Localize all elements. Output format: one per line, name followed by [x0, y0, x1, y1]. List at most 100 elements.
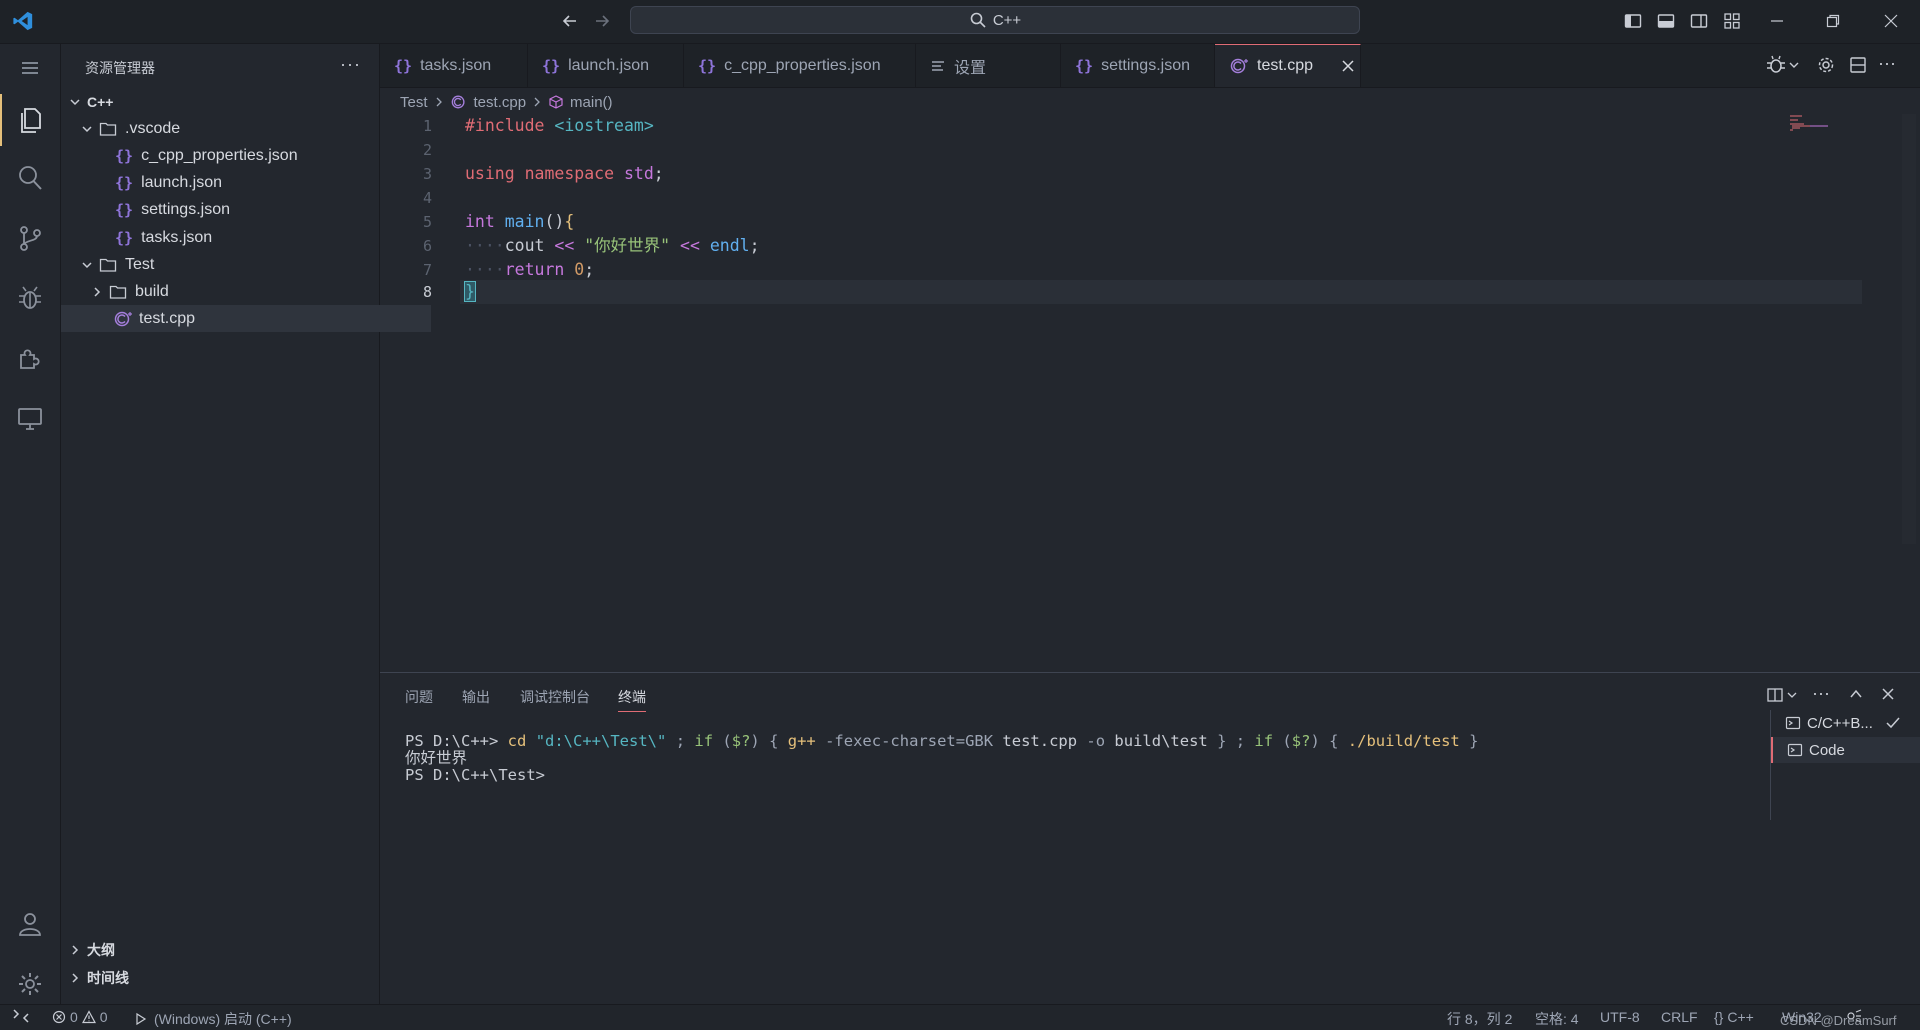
tree-folder-vscode[interactable]: .vscode	[61, 115, 397, 142]
braces-icon: {}	[1714, 1009, 1724, 1025]
tree-file-settings[interactable]: {} settings.json	[61, 196, 433, 223]
chevron-down-icon	[79, 121, 95, 137]
timeline-section[interactable]: 时间线	[61, 965, 385, 991]
chevron-right-icon	[67, 970, 83, 986]
panel-more-icon[interactable]: ···	[1812, 683, 1830, 704]
json-file-icon: {}	[115, 173, 134, 192]
toggle-secondary-sidebar-icon[interactable]	[1689, 11, 1709, 31]
error-count: 0	[70, 1009, 78, 1025]
tab-c-cpp-properties[interactable]: {} c_cpp_properties.json	[684, 44, 916, 87]
split-terminal-icon[interactable]	[1766, 686, 1800, 704]
terminal-icon	[1785, 715, 1801, 731]
tree-label: test.cpp	[139, 309, 196, 327]
toggle-sidebar-icon[interactable]	[1623, 11, 1643, 31]
terminal-line-command: PS D:\C++> cd "d:\C++\Test\" ; if ($?) {…	[405, 732, 1479, 750]
code-line-5: int main(){	[465, 212, 575, 231]
tab-label: settings.json	[1101, 56, 1190, 74]
tree-folder-root[interactable]: C++	[61, 88, 385, 115]
extensions-icon[interactable]	[0, 334, 60, 382]
command-center-search[interactable]: C++	[630, 6, 1360, 34]
close-window-icon[interactable]	[1882, 12, 1900, 30]
restore-icon[interactable]	[1824, 12, 1842, 30]
close-tab-icon[interactable]	[1341, 59, 1355, 73]
gear-icon[interactable]	[1816, 55, 1836, 75]
source-control-icon[interactable]	[0, 214, 60, 262]
json-file-icon: {}	[698, 56, 717, 75]
tab-label: tasks.json	[420, 56, 492, 74]
forward-arrow-icon[interactable]	[592, 11, 612, 31]
more-actions-button[interactable]: ···	[340, 54, 361, 75]
eol-status[interactable]: CRLF	[1661, 1009, 1698, 1025]
tab-problems[interactable]: 问题	[405, 687, 433, 707]
run-debug-icon[interactable]	[0, 274, 60, 322]
terminal-item-build[interactable]: C/C++B...	[1771, 710, 1920, 736]
maximize-panel-icon[interactable]	[1848, 686, 1864, 702]
launch-config-status[interactable]: (Windows) 启动 (C++)	[134, 1009, 292, 1029]
timeline-label: 时间线	[87, 970, 129, 986]
debug-run-icon[interactable]	[1766, 55, 1800, 75]
chevron-right-icon	[89, 284, 105, 300]
tab-terminal[interactable]: 终端	[618, 687, 646, 712]
line-number: 7	[422, 261, 432, 279]
line-number: 4	[422, 189, 432, 207]
remote-explorer-icon[interactable]	[0, 394, 60, 442]
vertical-scrollbar[interactable]	[1902, 114, 1916, 544]
minimap[interactable]	[1790, 114, 1840, 134]
search-icon[interactable]	[0, 154, 60, 202]
json-file-icon: {}	[1075, 56, 1094, 75]
method-cube-icon	[548, 94, 564, 110]
tree-file-test-cpp[interactable]: test.cpp	[61, 305, 431, 332]
indentation-status[interactable]: 空格: 4	[1535, 1009, 1579, 1029]
tab-debug-console[interactable]: 调试控制台	[520, 687, 590, 707]
chevron-down-icon	[67, 94, 83, 110]
bottom-panel: 问题 输出 调试控制台 终端 ··· PS D:\C++> cd "d:\C++…	[380, 672, 1920, 1005]
tab-settings-json[interactable]: {} settings.json	[1061, 44, 1215, 87]
tree-file-c-cpp-properties[interactable]: {} c_cpp_properties.json	[61, 142, 433, 169]
cursor-position[interactable]: 行 8，列 2	[1447, 1009, 1512, 1029]
tab-launch-json[interactable]: {} launch.json	[528, 44, 684, 87]
minimize-icon[interactable]	[1768, 12, 1786, 30]
folder-icon	[99, 121, 117, 137]
explorer-sidebar: 资源管理器 ··· C++ .vscode {} c_cpp_propertie…	[61, 44, 431, 1004]
tab-output[interactable]: 输出	[462, 687, 490, 707]
tree-file-launch[interactable]: {} launch.json	[61, 169, 433, 196]
settings-list-icon	[930, 58, 946, 74]
explorer-icon[interactable]	[0, 94, 60, 146]
terminal-prompt-current: PS D:\C++\Test>	[405, 766, 545, 784]
back-arrow-icon[interactable]	[560, 11, 580, 31]
customize-layout-icon[interactable]	[1722, 11, 1742, 31]
folder-icon	[109, 284, 127, 300]
menu-icon[interactable]	[0, 44, 60, 92]
tree-label: .vscode	[125, 119, 181, 137]
breadcrumb-file[interactable]: test.cpp	[474, 94, 527, 111]
accounts-icon[interactable]	[0, 900, 60, 948]
json-file-icon: {}	[115, 146, 134, 165]
line-number: 2	[422, 141, 432, 159]
watermark-text: CSDN @DreamSurf	[1780, 1013, 1897, 1028]
explorer-title: 资源管理器	[85, 60, 155, 76]
code-editor[interactable]: 1 2 3 4 5 6 7 8 #include <iostream> usin…	[380, 114, 1920, 670]
close-panel-icon[interactable]	[1880, 686, 1896, 702]
tree-label: c_cpp_properties.json	[141, 146, 298, 164]
encoding-status[interactable]: UTF-8	[1600, 1009, 1640, 1025]
tree-folder-test[interactable]: Test	[61, 251, 397, 278]
tab-tasks-json[interactable]: {} tasks.json	[380, 44, 528, 87]
settings-gear-icon[interactable]	[0, 960, 60, 1008]
editor-more-icon[interactable]: ···	[1878, 53, 1896, 74]
breadcrumb-symbol[interactable]: main()	[570, 94, 613, 111]
split-editor-icon[interactable]	[1848, 55, 1868, 75]
terminal-item-code[interactable]: Code	[1771, 737, 1920, 763]
tab-settings-ui[interactable]: 设置	[916, 44, 1061, 87]
outline-section[interactable]: 大纲	[61, 937, 385, 963]
tab-test-cpp[interactable]: test.cpp	[1215, 44, 1361, 87]
breadcrumb-folder[interactable]: Test	[400, 94, 428, 111]
language-status[interactable]: {} C++	[1714, 1009, 1754, 1025]
current-line-highlight	[460, 280, 1862, 304]
remote-indicator-icon[interactable]	[12, 1008, 30, 1024]
toggle-panel-icon[interactable]	[1656, 11, 1676, 31]
tree-folder-build[interactable]: build	[61, 278, 407, 305]
tree-file-tasks[interactable]: {} tasks.json	[61, 224, 433, 251]
problems-status[interactable]: 0 0	[52, 1009, 108, 1025]
cpp-file-icon	[1229, 57, 1249, 75]
warning-icon	[81, 1010, 96, 1024]
